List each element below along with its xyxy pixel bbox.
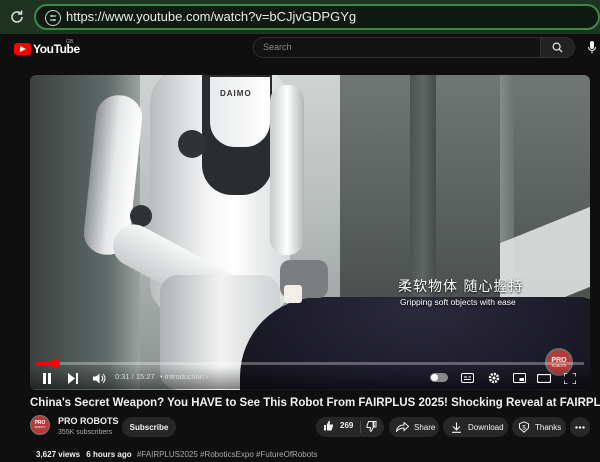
progress-bar[interactable]: [36, 359, 584, 368]
miniplayer-icon[interactable]: [511, 371, 527, 385]
volume-icon[interactable]: [91, 371, 107, 385]
subscriber-count: 355K subscribers: [58, 429, 113, 436]
pause-icon[interactable]: [40, 371, 54, 385]
share-icon: [396, 422, 409, 432]
video-player[interactable]: DAIMO 柔软物体 随心握持 Gripping soft objects wi…: [30, 75, 590, 390]
video-meta: 3,627 views 6 hours ago #FAIRPLUS2025 #R…: [36, 450, 317, 459]
search-icon: [552, 42, 563, 53]
time-display: 0:31 / 15:27: [115, 372, 155, 381]
hashtags[interactable]: #FAIRPLUS2025 #RoboticsExpo #FutureOfRob…: [137, 450, 318, 459]
channel-name[interactable]: PRO ROBOTS: [58, 416, 119, 426]
video-title: China's Secret Weapon? You HAVE to See T…: [30, 397, 600, 409]
search-input[interactable]: Search: [253, 37, 541, 58]
upload-age: 6 hours ago: [86, 450, 132, 459]
search-button[interactable]: [541, 37, 575, 58]
thumbs-down-icon: [366, 421, 377, 433]
next-icon[interactable]: [66, 371, 80, 385]
url-text[interactable]: https://www.youtube.com/watch?v=bCJjvGDP…: [66, 9, 356, 24]
youtube-header: YouTube GB Search: [0, 34, 600, 64]
chevron-right-icon: ›: [206, 372, 209, 381]
view-count: 3,627 views: [36, 450, 81, 459]
share-button[interactable]: Share: [389, 417, 439, 437]
subscribe-button[interactable]: Subscribe: [122, 417, 176, 437]
thanks-label: Thanks: [535, 422, 562, 432]
download-label: Download: [468, 422, 504, 432]
dislike-button[interactable]: [366, 421, 377, 434]
site-info-icon[interactable]: [45, 10, 61, 26]
subtitle-english: Gripping soft objects with ease: [400, 297, 516, 307]
more-icon[interactable]: [570, 417, 590, 437]
like-divider: [360, 421, 361, 433]
robot-logo: DAIMO: [220, 89, 252, 98]
thanks-button[interactable]: $ Thanks: [512, 417, 566, 437]
like-button[interactable]: 269: [323, 420, 353, 431]
reload-icon[interactable]: [6, 6, 28, 28]
captions-icon[interactable]: [459, 371, 475, 385]
address-bar[interactable]: https://www.youtube.com/watch?v=bCJjvGDP…: [34, 4, 600, 30]
youtube-play-icon: [14, 43, 31, 55]
channel-avatar[interactable]: PRO ROBOTS: [30, 415, 50, 435]
chapter-title[interactable]: • Introduction ›: [160, 372, 209, 381]
share-label: Share: [414, 422, 436, 432]
like-dislike-group: 269: [316, 417, 384, 437]
theater-icon[interactable]: [536, 371, 552, 385]
fullscreen-icon[interactable]: [562, 371, 578, 385]
soft-object: [284, 285, 302, 303]
search-placeholder: Search: [263, 42, 292, 52]
like-count: 269: [340, 421, 354, 430]
mic-icon[interactable]: [588, 41, 596, 54]
thumbs-up-icon: [324, 420, 333, 431]
subtitle-chinese: 柔软物体 随心握持: [398, 279, 524, 295]
thanks-icon: $: [519, 421, 529, 433]
autoplay-toggle[interactable]: [430, 373, 448, 382]
download-button[interactable]: Download: [443, 417, 508, 437]
player-controls: 0:31 / 15:27 • Introduction › HD: [30, 367, 590, 389]
region-code: GB: [66, 39, 74, 45]
gear-icon[interactable]: HD: [486, 371, 502, 385]
browser-toolbar: https://www.youtube.com/watch?v=bCJjvGDP…: [0, 0, 600, 34]
download-icon: [452, 422, 461, 433]
